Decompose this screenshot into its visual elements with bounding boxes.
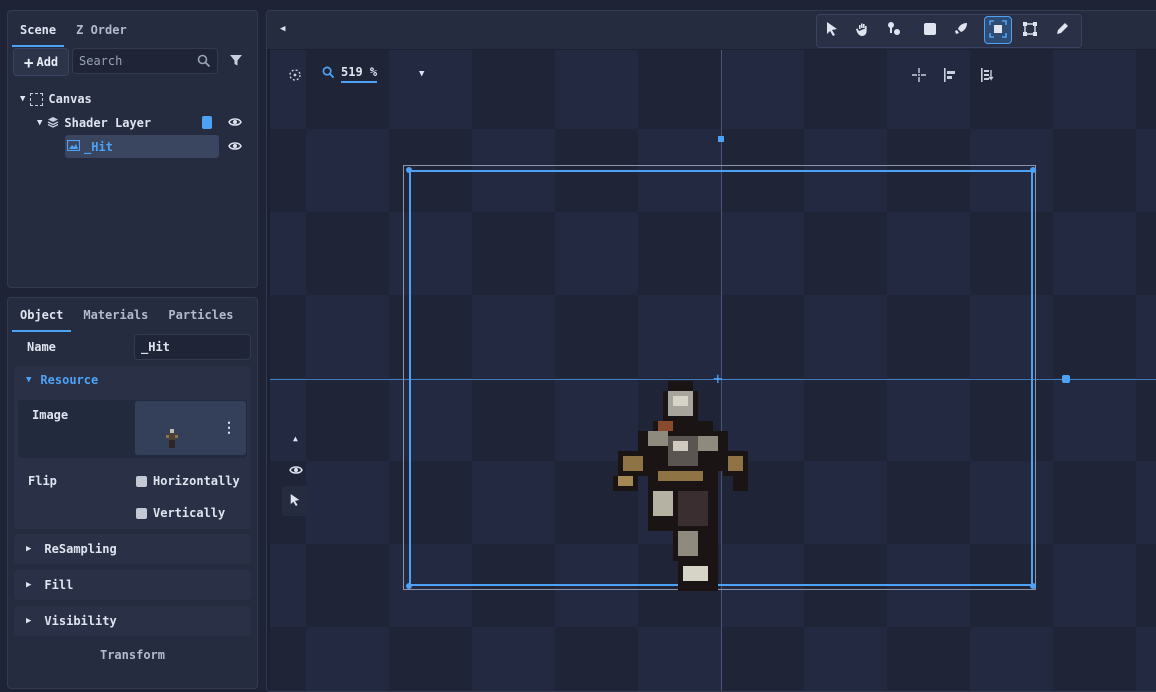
name-value: _Hit <box>141 340 170 354</box>
canvas-frame-icon <box>30 92 44 106</box>
filter-icon <box>229 53 243 70</box>
crosshair-frame-icon[interactable] <box>288 68 302 85</box>
resource-label: Resource <box>40 373 99 387</box>
tree-item-shader-layer[interactable]: ▼ Shader Layer <box>37 112 151 134</box>
launch-tool-button[interactable] <box>947 16 975 44</box>
pencil-icon <box>1055 22 1069 39</box>
resource-header[interactable]: ▼ Resource <box>26 373 98 387</box>
section-label: ReSampling <box>44 542 117 556</box>
collapse-left-icon[interactable]: ◀ <box>280 24 285 34</box>
tab-scene[interactable]: Scene <box>12 15 65 47</box>
section-label: Visibility <box>44 614 117 628</box>
eye-icon[interactable] <box>228 140 242 155</box>
layers-icon <box>47 116 59 131</box>
plus-icon: + <box>23 52 34 72</box>
flip-label: Flip <box>28 474 57 488</box>
pointer-icon <box>289 492 301 511</box>
rotation-handle[interactable] <box>718 136 724 142</box>
chevron-right-icon: ▶ <box>26 616 32 626</box>
search-icon <box>322 66 335 82</box>
tab-object[interactable]: Object <box>12 300 72 332</box>
checkbox-box[interactable] <box>136 508 147 519</box>
tree-item-label: Shader Layer <box>64 116 152 130</box>
object-panel: Object Materials Particles Name _Hit ▼ R… <box>7 297 258 689</box>
pencil-tool-button[interactable] <box>1048 16 1076 44</box>
chevron-right-icon: ▶ <box>26 544 32 554</box>
image-thumbnail[interactable]: ⋮ <box>135 401 246 455</box>
resource-group: ▼ Resource Image ⋮ Flip Horizontally Ver… <box>14 366 251 529</box>
clipboard-icon[interactable] <box>202 116 212 129</box>
chevron-down-icon[interactable]: ▼ <box>20 94 25 104</box>
center-view-icon[interactable] <box>912 68 926 85</box>
chevron-down-icon: ▼ <box>26 375 32 385</box>
pointer-icon <box>825 21 839 40</box>
bounds-icon <box>1022 21 1038 40</box>
object-tabs: Object Materials Particles <box>8 300 257 332</box>
chevron-down-icon[interactable]: ▼ <box>37 118 42 128</box>
pivot-handle[interactable] <box>1062 375 1070 383</box>
rect-tool-button[interactable] <box>916 16 944 44</box>
frame-select-icon <box>989 19 1007 41</box>
selection-handle[interactable] <box>406 167 412 173</box>
sort-icon[interactable] <box>980 68 994 85</box>
thumbnail-sprite <box>166 429 178 448</box>
side-pointer-button[interactable] <box>282 486 308 516</box>
checkbox-box[interactable] <box>136 476 147 487</box>
bounds-tool-button[interactable] <box>1016 16 1044 44</box>
zoom-dropdown-icon[interactable]: ▼ <box>419 69 424 79</box>
selection-handle[interactable] <box>1030 583 1036 589</box>
chevron-right-icon: ▶ <box>26 580 32 590</box>
viewport-panel: ◀ 519 % ▼ + ▲ <box>266 10 1156 692</box>
node-tool-button[interactable] <box>880 16 908 44</box>
image-label: Image <box>32 408 69 422</box>
tree-item-hit[interactable]: _Hit <box>65 135 219 158</box>
select-tool-button[interactable] <box>818 16 846 44</box>
tab-materials[interactable]: Materials <box>75 300 156 330</box>
character-sprite[interactable] <box>598 381 758 591</box>
align-left-icon[interactable] <box>943 68 957 85</box>
name-field[interactable]: _Hit <box>134 334 251 360</box>
name-label: Name <box>27 340 56 354</box>
tab-z-order[interactable]: Z Order <box>68 15 135 45</box>
search-icon <box>197 54 211 68</box>
eye-icon[interactable] <box>289 464 303 479</box>
tab-particles[interactable]: Particles <box>160 300 241 330</box>
flip-vertical-label: Vertically <box>153 506 226 520</box>
canvas-area[interactable]: 519 % ▼ + ▲ <box>270 50 1156 691</box>
chevron-up-icon[interactable]: ▲ <box>293 434 298 443</box>
image-row: Image ⋮ <box>18 400 247 458</box>
section-fill[interactable]: ▶ Fill <box>14 570 251 600</box>
pan-tool-button[interactable] <box>849 16 877 44</box>
section-label: Fill <box>44 578 74 592</box>
scene-tabs: Scene Z Order <box>8 15 257 47</box>
node-add-icon <box>886 21 902 40</box>
section-resampling[interactable]: ▶ ReSampling <box>14 534 251 564</box>
zoom-control[interactable]: 519 % <box>322 65 378 83</box>
tree-item-label: _Hit <box>84 139 113 154</box>
flip-vertical-checkbox[interactable]: Vertically <box>136 506 225 520</box>
add-button-label: Add <box>36 55 59 69</box>
filter-button[interactable] <box>222 48 250 74</box>
tree-item-label: Canvas <box>48 92 92 106</box>
image-icon <box>66 139 81 154</box>
flip-horizontal-label: Horizontally <box>153 474 240 488</box>
selection-handle[interactable] <box>1030 167 1036 173</box>
rect-icon <box>923 22 937 39</box>
search-placeholder: Search <box>79 54 123 68</box>
tree-item-canvas[interactable]: ▼ Canvas <box>20 88 92 110</box>
add-button[interactable]: + Add <box>13 48 69 76</box>
zoom-value: 519 % <box>341 65 378 83</box>
transform-label[interactable]: Transform <box>8 648 257 662</box>
flip-horizontal-checkbox[interactable]: Horizontally <box>136 474 240 488</box>
section-visibility[interactable]: ▶ Visibility <box>14 606 251 636</box>
selection-handle[interactable] <box>406 583 412 589</box>
search-input[interactable]: Search <box>72 48 218 74</box>
rocket-icon <box>953 21 969 40</box>
eye-icon[interactable] <box>228 116 242 131</box>
scene-panel: Scene Z Order + Add Search ▼ Canvas ▼ Sh… <box>7 10 258 288</box>
hand-icon <box>855 21 871 40</box>
frame-select-tool-button[interactable] <box>984 16 1012 44</box>
kebab-icon[interactable]: ⋮ <box>222 420 236 436</box>
